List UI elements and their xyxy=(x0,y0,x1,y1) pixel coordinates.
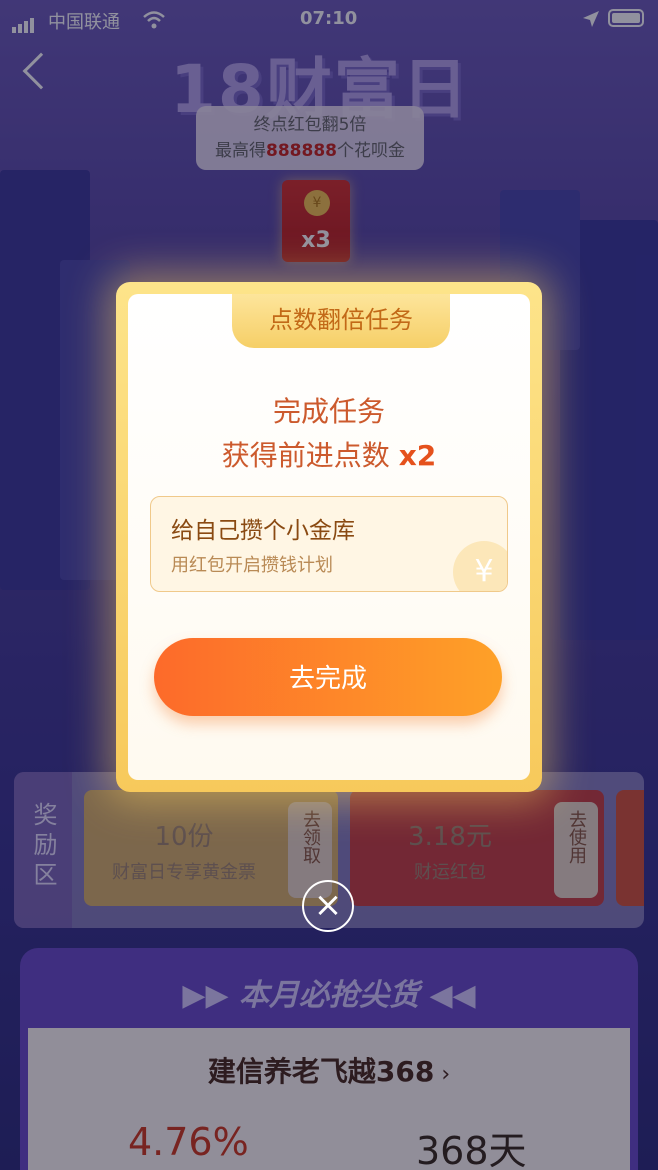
page: 中国联通 07:10 18财富日 终点红包翻5倍 最高得888888个花呗金 ¥… xyxy=(0,0,658,1170)
task-modal: 点数翻倍任务 完成任务 获得前进点数 x2 给自己攒个小金库 用红包开启攒钱计划… xyxy=(116,282,542,792)
complete-task-button[interactable]: 去完成 xyxy=(154,638,502,716)
modal-sub-text: 获得前进点数 xyxy=(221,439,390,472)
close-icon[interactable]: × xyxy=(302,880,354,932)
modal-subheading: 获得前进点数 x2 xyxy=(128,434,530,474)
modal-multiplier: x2 xyxy=(398,439,437,472)
modal-body: 点数翻倍任务 完成任务 获得前进点数 x2 给自己攒个小金库 用红包开启攒钱计划… xyxy=(128,294,530,780)
modal-heading: 完成任务 xyxy=(272,395,385,428)
yen-icon: ¥ xyxy=(453,541,507,591)
task-card[interactable]: 给自己攒个小金库 用红包开启攒钱计划 ¥ xyxy=(150,496,508,592)
modal-ribbon-title: 点数翻倍任务 xyxy=(232,294,450,348)
task-title: 给自己攒个小金库 xyxy=(171,518,355,544)
task-desc: 用红包开启攒钱计划 xyxy=(171,555,333,576)
